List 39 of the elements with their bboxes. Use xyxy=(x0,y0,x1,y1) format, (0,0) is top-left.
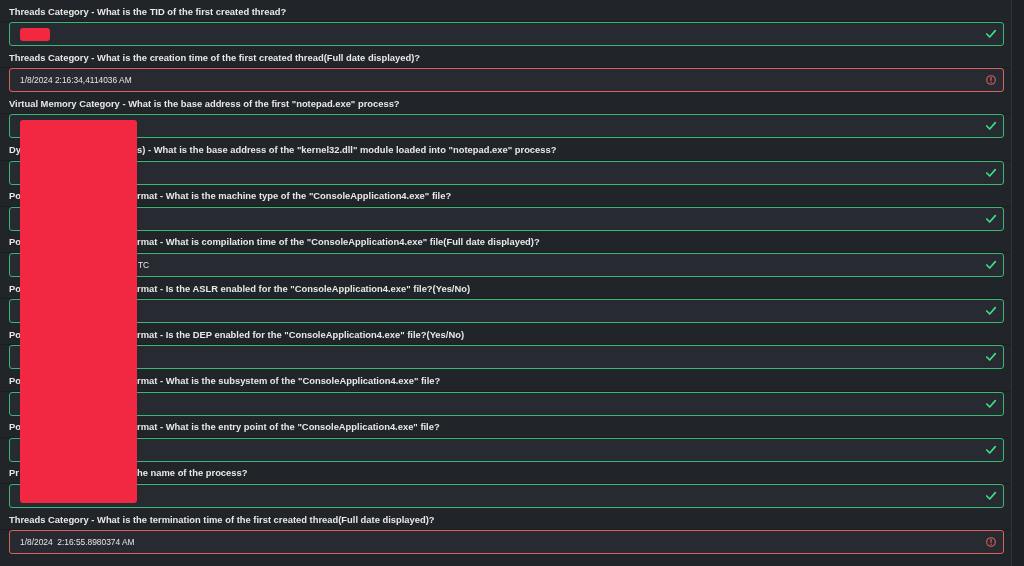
answer-field[interactable]: 1/8/2024 2:16:55.8980374 AM xyxy=(9,530,1004,555)
check-icon xyxy=(985,120,997,133)
question-label: Po xyxy=(9,282,22,294)
check-icon xyxy=(985,28,997,40)
check-icon xyxy=(985,166,997,179)
check-icon xyxy=(985,443,997,456)
question-label: Dy xyxy=(9,144,22,156)
alert-icon xyxy=(985,536,997,549)
question-label: rmat - What is compilation time of the "ConsoleApplication4.exe" file(Full date displayed)? xyxy=(137,236,541,248)
question-label: rmat - What is the subsystem of the "ConsoleApplication4.exe" file? xyxy=(137,375,442,386)
question-label: Po xyxy=(9,421,22,433)
answer-field[interactable]: 1/8/2024 2:16:34,4114036 AM xyxy=(9,68,1004,93)
question-label: rmat - What is the entry point of the "ConsoleApplication4.exe" file? xyxy=(137,421,441,433)
question-label: Threads Category - What is the creation time of the first created thread(Full date displayed)? xyxy=(9,51,421,63)
answer-field[interactable] xyxy=(9,114,1004,139)
question-label: s) - What is the base address of the "kernel32.dll" module loaded into "notepad.exe" process? xyxy=(137,144,558,156)
question-label: Po xyxy=(9,236,22,248)
check-icon xyxy=(985,305,997,318)
question-label: Threads Category - What is the termination time of the first created thread(Full date displayed)? xyxy=(9,513,436,525)
answer-value: 1/8/2024 2:16:55.8980374 AM xyxy=(20,537,136,548)
check-icon xyxy=(985,397,997,410)
question-label: Threads Category - What is the TID of the first created thread? xyxy=(9,5,288,17)
question-label: Po xyxy=(9,328,22,340)
question-label: Virtual Memory Category - What is the base address of the first "notepad.exe" process? xyxy=(9,97,401,109)
answer-value: 1/8/2024 2:16:34,4114036 AM xyxy=(20,75,133,86)
question-label: rmat - Is the DEP enabled for the "ConsoleApplication4.exe" file?(Yes/No) xyxy=(137,328,465,340)
answer-field[interactable] xyxy=(9,22,1004,46)
question-label: he name of the process? xyxy=(137,467,249,479)
check-icon xyxy=(985,258,997,271)
alert-icon xyxy=(985,74,997,87)
check-icon xyxy=(985,351,997,364)
question-label: rmat - What is the machine type of the "ConsoleApplication4.exe" file? xyxy=(137,190,453,202)
question-label: Po xyxy=(9,375,22,386)
question-label: Pr xyxy=(9,467,20,479)
question-label: rmat - Is the ASLR enabled for the "ConsoleApplication4.exe" file?(Yes/No) xyxy=(137,282,472,294)
answer-value: TC xyxy=(138,259,151,270)
question-label: Po xyxy=(9,190,22,202)
check-icon xyxy=(985,212,997,225)
check-icon xyxy=(985,489,997,502)
